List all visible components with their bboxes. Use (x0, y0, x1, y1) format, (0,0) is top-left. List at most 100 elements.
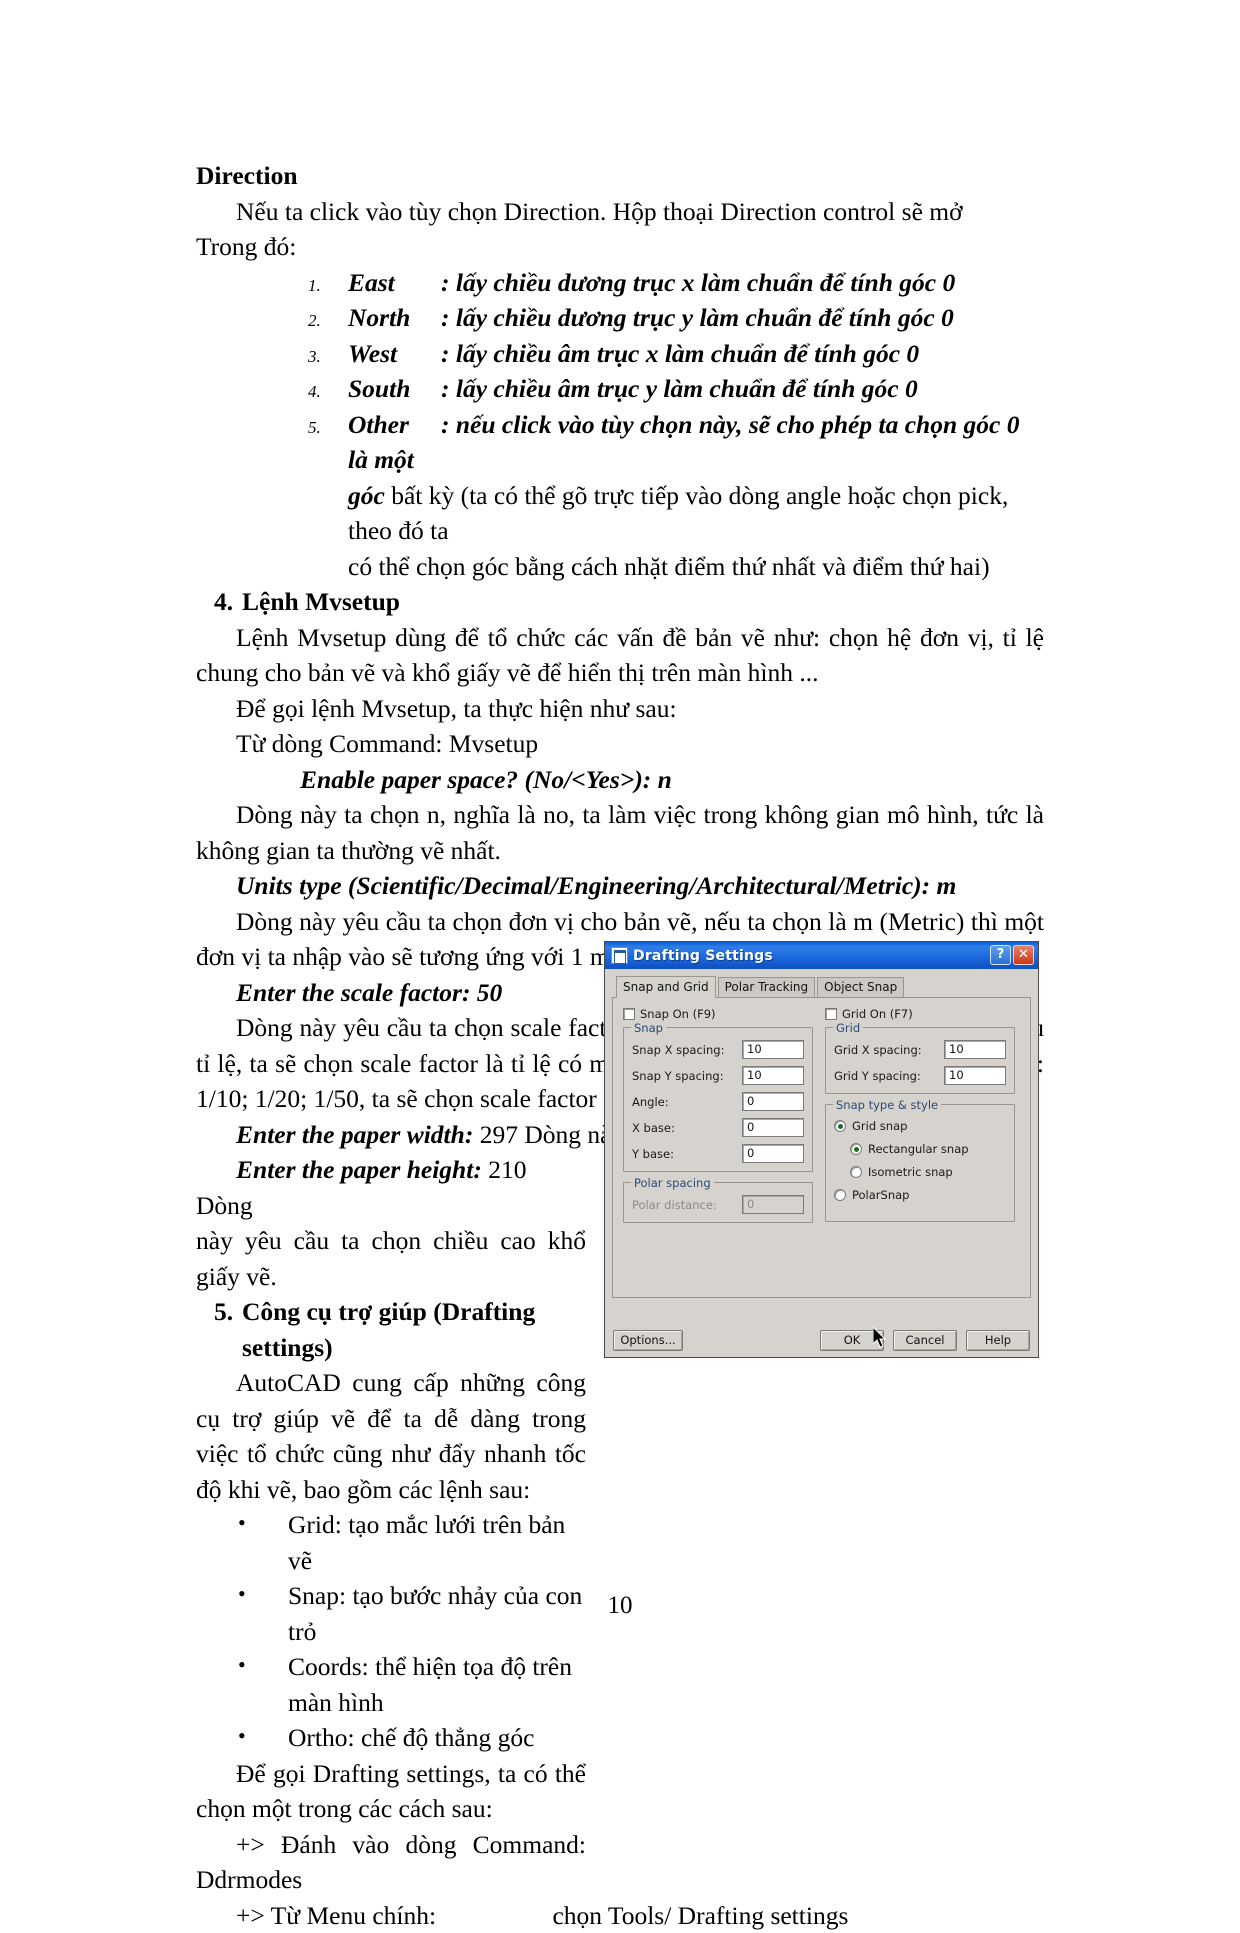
paragraph-command-line: Từ dòng Command: Mvsetup (196, 726, 1044, 762)
grid-snap-radio[interactable] (834, 1120, 846, 1132)
dialog-title-bar: Drafting Settings ? ✕ (605, 942, 1038, 969)
snap-x-spacing-label: Snap X spacing: (632, 1043, 724, 1057)
drafting-settings-icon (611, 947, 628, 964)
list-item: • Grid: tạo mắc lưới trên bản vẽ (196, 1507, 586, 1578)
list-desc: : lấy chiều dương trục x làm chuẩn để tí… (441, 268, 955, 297)
close-icon[interactable]: ✕ (1013, 945, 1034, 965)
field-row: Grid Y spacing: 10 (834, 1066, 1006, 1085)
document-page: Direction Nếu ta click vào tùy chọn Dire… (0, 0, 1240, 1753)
command-prompt-paper-height: Enter the paper height: 210 Dòng (196, 1152, 586, 1223)
rectangular-snap-radio[interactable] (850, 1143, 862, 1155)
cancel-button[interactable]: Cancel (893, 1330, 957, 1351)
section-heading-mvsetup: 4. Lệnh Mvsetup (196, 584, 1044, 620)
heading-direction: Direction (196, 158, 1044, 194)
grid-y-spacing-label: Grid Y spacing: (834, 1069, 921, 1083)
list-item: 2. North: lấy chiều dương trục y làm chu… (196, 300, 1044, 336)
list-key: Other (348, 407, 441, 443)
tab-snap-and-grid[interactable]: Snap and Grid (616, 976, 716, 998)
snap-on-label: Snap On (F9) (640, 1007, 716, 1021)
section-title: Lệnh Mvsetup (242, 587, 400, 616)
tab-object-snap[interactable]: Object Snap (817, 977, 904, 997)
field-row: Y base: 0 (632, 1144, 804, 1163)
x-base-input[interactable]: 0 (742, 1118, 804, 1137)
snap-x-spacing-input[interactable]: 10 (742, 1040, 804, 1059)
list-item: 5. Other: nếu click vào tùy chọn này, sẽ… (196, 407, 1044, 585)
list-number: 3. (308, 339, 321, 375)
command-paper-height-label: Enter the paper height: (236, 1155, 482, 1184)
window-controls: ? ✕ (990, 945, 1034, 965)
section-title: Công cụ trợ giúp (Drafting settings) (242, 1297, 535, 1362)
polarsnap-radio-row[interactable]: PolarSnap (834, 1188, 1006, 1202)
grid-snap-radio-row[interactable]: Grid snap (834, 1119, 1006, 1133)
bullet-text: Coords: thể hiện tọa độ trên màn hình (288, 1652, 572, 1717)
x-base-label: X base: (632, 1121, 675, 1135)
list-continuation-bold: góc (348, 481, 385, 510)
y-base-label: Y base: (632, 1147, 674, 1161)
options-button[interactable]: Options... (613, 1330, 683, 1351)
paragraph-method-menu: +> Từ Menu chính: chọn Tools/ Drafting s… (196, 1898, 1044, 1933)
list-desc: : lấy chiều âm trục y làm chuẩn để tính … (441, 374, 918, 403)
snap-on-checkbox-row[interactable]: Snap On (F9) (623, 1006, 813, 1021)
grid-on-label: Grid On (F7) (842, 1007, 913, 1021)
list-continuation-line2: có thể chọn góc bằng cách nhặt điểm thứ … (348, 549, 1044, 585)
tab-bar: Snap and Grid Polar Tracking Object Snap (612, 975, 1031, 998)
list-desc: : lấy chiều âm trục x làm chuẩn để tính … (441, 339, 919, 368)
polarsnap-radio[interactable] (834, 1189, 846, 1201)
command-prompt-units-type: Units type (Scientific/Decimal/Engineeri… (196, 868, 1044, 904)
list-desc: : nếu click vào tùy chọn này, sẽ cho phé… (348, 410, 1019, 475)
snap-group: Snap Snap X spacing: 10 Snap Y spacing: … (623, 1027, 813, 1172)
rectangular-snap-label: Rectangular snap (868, 1142, 969, 1156)
polar-distance-label: Polar distance: (632, 1198, 717, 1212)
y-base-input[interactable]: 0 (742, 1144, 804, 1163)
grid-on-checkbox[interactable] (825, 1008, 837, 1020)
method-menu-value: chọn Tools/ Drafting settings (552, 1901, 848, 1930)
polar-spacing-group-title: Polar spacing (631, 1176, 714, 1190)
snap-y-spacing-input[interactable]: 10 (742, 1066, 804, 1085)
grid-x-spacing-input[interactable]: 10 (944, 1040, 1006, 1059)
paragraph-trong-do: Trong đó: (196, 229, 1044, 265)
bullet-icon: • (238, 1505, 246, 1541)
angle-label: Angle: (632, 1095, 669, 1109)
help-button[interactable]: ? (990, 945, 1011, 965)
section-heading-drafting-settings: 5. Công cụ trợ giúp (Drafting settings) (196, 1294, 632, 1365)
paragraph-mvsetup-desc: Lệnh Mvsetup dùng để tổ chức các vấn đề … (196, 620, 1044, 691)
right-column: Grid On (F7) Grid Grid X spacing: 10 Gri… (825, 1006, 1015, 1233)
polar-spacing-group: Polar spacing Polar distance: 0 (623, 1182, 813, 1223)
isometric-snap-label: Isometric snap (868, 1165, 953, 1179)
rectangular-snap-radio-row[interactable]: Rectangular snap (834, 1142, 1006, 1156)
list-key: North (348, 300, 441, 336)
field-row: Grid X spacing: 10 (834, 1040, 1006, 1059)
help-button-bottom[interactable]: Help (966, 1330, 1030, 1351)
list-key: South (348, 371, 441, 407)
angle-input[interactable]: 0 (742, 1092, 804, 1111)
direction-options-list: 1. East: lấy chiều dương trục x làm chuẩ… (196, 265, 1044, 585)
dialog-button-row: Options... OK Cancel Help (613, 1330, 1030, 1351)
grid-y-spacing-input[interactable]: 10 (944, 1066, 1006, 1085)
bullet-text: Grid: tạo mắc lưới trên bản vẽ (288, 1510, 565, 1575)
snap-type-style-group-title: Snap type & style (833, 1098, 941, 1112)
dialog-title: Drafting Settings (633, 948, 773, 964)
section-number: 5. (214, 1294, 233, 1330)
field-row: Snap Y spacing: 10 (632, 1066, 804, 1085)
paragraph-direction-intro: Nếu ta click vào tùy chọn Direction. Hộp… (196, 194, 1044, 230)
tab-polar-tracking[interactable]: Polar Tracking (718, 977, 816, 997)
field-row: Angle: 0 (632, 1092, 804, 1111)
grid-snap-label: Grid snap (852, 1119, 907, 1133)
isometric-snap-radio-row[interactable]: Isometric snap (834, 1165, 1006, 1179)
list-item: 4. South: lấy chiều âm trục y làm chuẩn … (196, 371, 1044, 407)
left-column: Snap On (F9) Snap Snap X spacing: 10 Sna… (623, 1006, 813, 1233)
panel-columns: Snap On (F9) Snap Snap X spacing: 10 Sna… (623, 1006, 1020, 1233)
list-number: 4. (308, 374, 321, 410)
dialog-body: Snap and Grid Polar Tracking Object Snap… (605, 969, 1038, 1357)
snap-on-checkbox[interactable] (623, 1008, 635, 1020)
drafting-settings-dialog[interactable]: Drafting Settings ? ✕ Snap and Grid Pola… (604, 941, 1039, 1358)
snap-type-style-group: Snap type & style Grid snap Rectangular … (825, 1104, 1015, 1222)
isometric-snap-radio[interactable] (850, 1166, 862, 1178)
snap-y-spacing-label: Snap Y spacing: (632, 1069, 724, 1083)
grid-on-checkbox-row[interactable]: Grid On (F7) (825, 1006, 1015, 1021)
paragraph-method-command: +> Đánh vào dòng Command: Ddrmodes (196, 1827, 586, 1898)
snap-and-grid-panel: Snap On (F9) Snap Snap X spacing: 10 Sna… (612, 998, 1031, 1298)
grid-group-title: Grid (833, 1021, 863, 1035)
list-key: West (348, 336, 441, 372)
polarsnap-label: PolarSnap (852, 1188, 909, 1202)
